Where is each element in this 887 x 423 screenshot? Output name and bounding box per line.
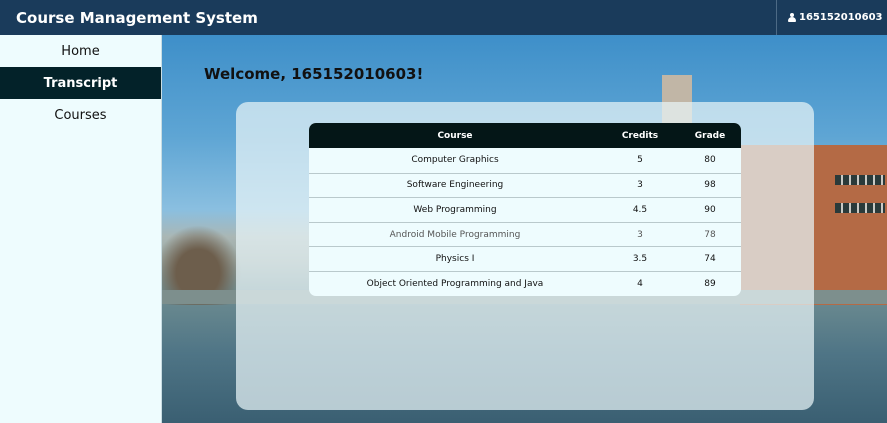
cell-grade: 74: [704, 254, 716, 265]
main-content: Welcome, 165152010603! Course Credits Gr…: [162, 35, 887, 423]
column-header-credits: Credits: [621, 130, 659, 141]
cell-grade: 80: [704, 155, 716, 166]
transcript-table: Course Credits Grade Computer Graphics 5…: [309, 123, 741, 296]
cell-course: Web Programming: [413, 204, 497, 215]
cell-grade: 90: [704, 204, 716, 215]
cell-grade: 98: [704, 180, 716, 191]
user-name: 165152010603: [799, 12, 883, 23]
cell-credits: 4.5: [632, 204, 648, 215]
cell-course: Object Oriented Programming and Java: [366, 278, 544, 289]
cell-grade: 89: [704, 278, 716, 289]
transcript-panel: Course Credits Grade Computer Graphics 5…: [236, 102, 814, 410]
cell-credits: 3: [637, 229, 643, 240]
app-title[interactable]: Course Management System: [0, 9, 776, 27]
cell-credits: 5: [637, 155, 643, 166]
sidebar-item-courses[interactable]: Courses: [0, 99, 161, 131]
cell-credits: 3: [637, 180, 643, 191]
table-row: Android Mobile Programming 3 78: [309, 221, 741, 247]
column-header-grade: Grade: [694, 130, 726, 141]
top-navbar: Course Management System 165152010603: [0, 0, 887, 35]
table-row: Software Engineering 3 98: [309, 172, 741, 198]
cell-course: Physics I: [435, 254, 475, 265]
cell-grade: 78: [704, 229, 716, 240]
table-row: Computer Graphics 5 80: [309, 148, 741, 173]
sidebar-item-home[interactable]: Home: [0, 35, 161, 67]
cell-course: Software Engineering: [406, 180, 504, 191]
cell-credits: 3.5: [632, 254, 648, 265]
table-row: Web Programming 4.5 90: [309, 197, 741, 222]
sidebar: Home Transcript Courses: [0, 35, 162, 423]
column-header-course: Course: [437, 130, 473, 141]
table-row: Physics I 3.5 74: [309, 246, 741, 271]
cell-credits: 4: [637, 278, 643, 289]
table-row: Object Oriented Programming and Java 4 8…: [309, 270, 741, 296]
sidebar-item-transcript[interactable]: Transcript: [0, 67, 161, 99]
table-header: Course Credits Grade: [309, 123, 741, 148]
user-icon: [788, 13, 796, 22]
user-menu-toggle[interactable]: 165152010603: [776, 0, 887, 35]
cell-course: Computer Graphics: [411, 155, 499, 166]
welcome-heading: Welcome, 165152010603!: [204, 65, 424, 83]
cell-course: Android Mobile Programming: [389, 229, 521, 240]
